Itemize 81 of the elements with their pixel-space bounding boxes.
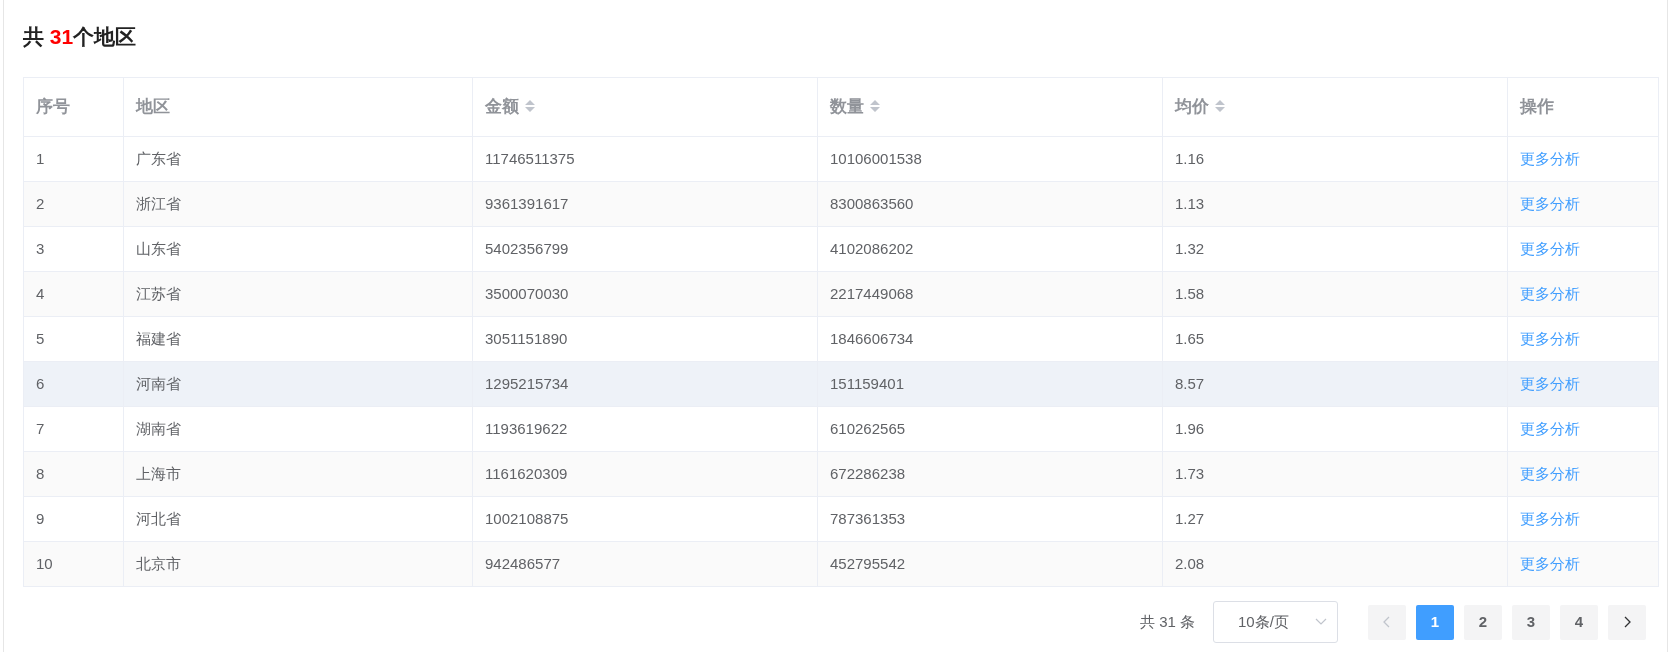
table-cell: 1 [36, 149, 45, 167]
chevron-right-icon [1623, 616, 1631, 628]
table-cell: 9 [36, 509, 45, 527]
table-cell: 福建省 [136, 329, 181, 347]
column-header[interactable]: 数量 [830, 97, 864, 117]
table-cell: 10 [36, 554, 53, 572]
table-cell: 3500070030 [485, 284, 569, 302]
more-analysis-link[interactable]: 更多分析 [1520, 149, 1580, 167]
next-page-button[interactable] [1608, 604, 1646, 640]
sort-icon[interactable] [1215, 99, 1225, 114]
more-analysis-link[interactable]: 更多分析 [1520, 464, 1580, 482]
table-cell: 787361353 [830, 509, 906, 527]
table-cell: 4 [36, 284, 45, 302]
table-cell: 1.16 [1175, 149, 1205, 167]
table-cell: 河南省 [136, 374, 181, 392]
table-cell: 6 [36, 374, 45, 392]
page-title: 共 31个地区 [23, 24, 138, 50]
sort-icon[interactable] [870, 99, 880, 114]
more-analysis-link[interactable]: 更多分析 [1520, 554, 1580, 572]
table-cell: 江苏省 [136, 284, 181, 302]
table-cell: 3 [36, 239, 45, 257]
table-cell: 4102086202 [830, 239, 914, 257]
table-cell: 672286238 [830, 464, 906, 482]
more-analysis-link[interactable]: 更多分析 [1520, 194, 1580, 212]
table-cell: 2 [36, 194, 45, 212]
column-header[interactable]: 均价 [1175, 97, 1209, 117]
more-analysis-link[interactable]: 更多分析 [1520, 329, 1580, 347]
more-analysis-link[interactable]: 更多分析 [1520, 374, 1580, 392]
table-cell: 8300863560 [830, 194, 914, 212]
table-cell: 山东省 [136, 239, 181, 257]
table-cell: 2.08 [1175, 554, 1205, 572]
table-cell: 942486577 [485, 554, 561, 572]
table-cell: 北京市 [136, 554, 181, 572]
table-cell: 3051151890 [485, 329, 568, 347]
table-cell: 河北省 [136, 509, 181, 527]
table-cell: 8 [36, 464, 45, 482]
page-button[interactable]: 4 [1560, 604, 1598, 640]
page-button[interactable]: 3 [1512, 604, 1550, 640]
table-cell: 1193619622 [485, 419, 568, 437]
column-header: 序号 [36, 97, 70, 117]
more-analysis-link[interactable]: 更多分析 [1520, 509, 1580, 527]
previous-page-button[interactable] [1368, 604, 1406, 640]
column-header: 地区 [136, 97, 170, 117]
table-cell: 1.32 [1175, 239, 1205, 257]
table-cell: 11746511375 [485, 149, 575, 167]
table-cell: 8.57 [1175, 374, 1205, 392]
table-cell: 151159401 [830, 374, 904, 392]
table-cell: 1002108875 [485, 509, 569, 527]
table-cell: 9361391617 [485, 194, 569, 212]
column-header: 操作 [1520, 97, 1554, 117]
table-cell: 1161620309 [485, 464, 568, 482]
page-button[interactable]: 1 [1416, 604, 1454, 640]
table-cell: 5 [36, 329, 45, 347]
table-cell: 1.96 [1175, 419, 1205, 437]
page-size-select[interactable]: 10条/页 [1213, 601, 1338, 643]
chevron-left-icon [1383, 616, 1391, 628]
table-cell: 1.58 [1175, 284, 1205, 302]
table-cell: 1295215734 [485, 374, 569, 392]
more-analysis-link[interactable]: 更多分析 [1520, 239, 1580, 257]
table-cell: 7 [36, 419, 45, 437]
table-cell: 湖南省 [136, 419, 181, 437]
table-cell: 上海市 [136, 464, 181, 482]
table-cell: 1.65 [1175, 329, 1205, 347]
table-cell: 浙江省 [136, 194, 181, 212]
table-cell: 广东省 [136, 149, 181, 167]
column-header[interactable]: 金额 [485, 97, 519, 117]
table-cell: 1846606734 [830, 329, 914, 347]
page-button[interactable]: 2 [1464, 604, 1502, 640]
table-cell: 2217449068 [830, 284, 914, 302]
more-analysis-link[interactable]: 更多分析 [1520, 419, 1580, 437]
table-cell: 1.73 [1175, 464, 1205, 482]
table-cell: 1.13 [1175, 194, 1205, 212]
table-cell: 610262565 [830, 419, 906, 437]
table-cell: 10106001538 [830, 149, 922, 167]
table-cell: 1.27 [1175, 509, 1205, 527]
total-count: 共 31 条 [1139, 611, 1195, 632]
sort-icon[interactable] [525, 99, 535, 114]
more-analysis-link[interactable]: 更多分析 [1520, 284, 1580, 302]
table-cell: 5402356799 [485, 239, 569, 257]
table-cell: 452795542 [830, 554, 906, 572]
chevron-down-icon [1315, 618, 1327, 626]
